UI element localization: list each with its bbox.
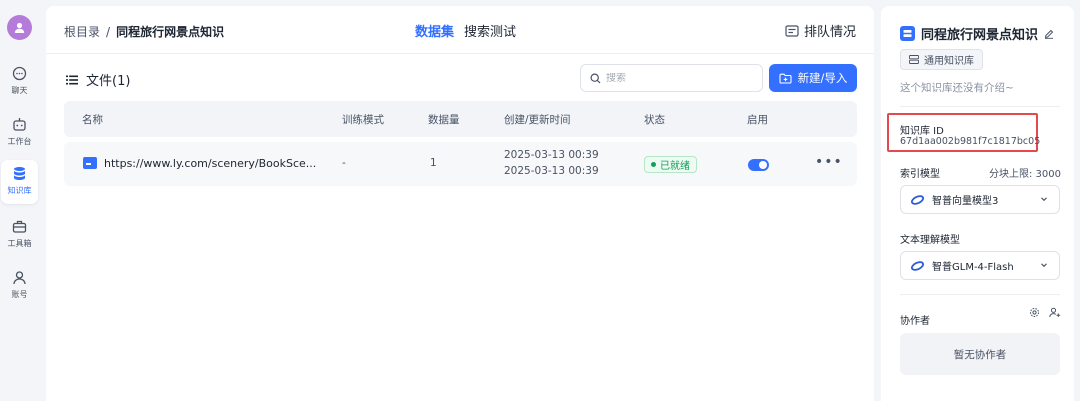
list-icon	[66, 75, 78, 84]
tab-bar: 数据集 搜索测试	[415, 21, 526, 40]
data-count: 1	[430, 157, 437, 169]
nav-label-chat: 聊天	[11, 86, 28, 95]
database-icon	[14, 167, 25, 180]
kb-type-tag: 通用知识库	[900, 49, 983, 70]
updated-time: 2025-03-13 00:39	[504, 165, 599, 177]
kb-detail-panel: 同程旅行网景点知识 通用知识库 这个知识库还没有介绍~ 知识库 ID 67d1a…	[881, 6, 1074, 401]
server-icon	[909, 55, 919, 64]
breadcrumb-root[interactable]: 根目录	[64, 25, 100, 39]
collaborator-actions	[1029, 307, 1061, 318]
user-icon	[13, 271, 26, 285]
kb-name: 同程旅行网景点知识	[921, 28, 1039, 43]
nav-item-chat[interactable]: 聊天	[1, 60, 38, 104]
main-panel: 根目录 / 同程旅行网景点知识 数据集搜索测试 排队情况 文件(1) 新建/导入 名…	[46, 6, 874, 401]
column-header-status: 状态	[644, 114, 665, 126]
search-icon	[590, 72, 601, 83]
enable-toggle[interactable]	[748, 159, 769, 171]
no-collaborators-text: 暂无协作者	[953, 348, 1007, 361]
column-header-time: 创建/更新时间	[504, 114, 571, 126]
queue-icon	[785, 24, 799, 37]
breadcrumb-current: 同程旅行网景点知识	[116, 25, 225, 39]
search-input[interactable]	[606, 72, 756, 84]
settings-icon[interactable]	[1029, 307, 1040, 318]
nav-item-knowledge-base[interactable]: 知识库	[1, 160, 38, 204]
chat-icon	[12, 66, 27, 81]
column-header-mode: 训练模式	[342, 114, 384, 126]
created-time: 2025-03-13 00:39	[504, 149, 599, 161]
files-title: 文件(1)	[86, 74, 131, 89]
top-bar: 根目录 / 同程旅行网景点知识 数据集 搜索测试 排队情况	[46, 6, 874, 54]
index-model-label: 索引模型	[900, 169, 940, 180]
robot-icon	[13, 118, 26, 131]
add-user-icon[interactable]	[1049, 307, 1061, 318]
tab-dataset[interactable]: 数据集	[415, 21, 454, 40]
column-header-count: 数据量	[428, 114, 460, 126]
files-header: 文件(1)	[66, 70, 130, 89]
file-name[interactable]: https://www.ly.com/scenery/BookSce...	[104, 157, 316, 170]
divider	[900, 106, 1060, 107]
index-model-value: 智普向量模型3	[932, 196, 999, 207]
zhipu-logo-icon	[910, 194, 925, 205]
text-model-value: 智普GLM-4-Flash	[932, 262, 1014, 273]
new-import-label: 新建/导入	[797, 71, 848, 85]
text-model-select[interactable]: 智普GLM-4-Flash	[900, 251, 1060, 280]
queue-label: 排队情况	[803, 25, 856, 40]
kb-id-label: 知识库 ID	[900, 126, 944, 137]
kb-type-label: 通用知识库	[924, 56, 974, 67]
nav-item-toolbox[interactable]: 工具箱	[1, 213, 38, 257]
collaborators-label: 协作者	[900, 316, 930, 327]
nav-item-workbench[interactable]: 工作台	[1, 111, 38, 155]
status-dot	[651, 162, 656, 167]
toolbox-icon	[12, 220, 27, 233]
divider	[900, 294, 1060, 295]
kb-intro: 这个知识库还没有介绍~	[900, 82, 1014, 94]
nav-label-toolbox: 工具箱	[7, 239, 32, 248]
chevron-down-icon	[1041, 197, 1047, 202]
edit-icon[interactable]	[1044, 29, 1054, 39]
more-actions-button[interactable]: •••	[815, 154, 843, 170]
table-row[interactable]: https://www.ly.com/scenery/BookSce... - …	[64, 142, 857, 186]
tab-search-test[interactable]: 搜索测试	[464, 21, 516, 40]
folder-plus-icon	[779, 73, 792, 84]
text-model-label: 文本理解模型	[900, 235, 960, 246]
table-header: 名称 训练模式 数据量 创建/更新时间 状态 启用	[64, 101, 857, 137]
kb-title-row: 同程旅行网景点知识	[900, 24, 1054, 43]
no-collaborators-box: 暂无协作者	[900, 333, 1060, 375]
column-header-enabled: 启用	[747, 114, 768, 126]
status-badge: 已就绪	[644, 156, 697, 173]
nav-item-account[interactable]: 账号	[1, 264, 38, 308]
chevron-down-icon	[1041, 263, 1047, 268]
kb-badge-icon	[900, 26, 915, 41]
link-file-icon	[83, 157, 97, 169]
breadcrumb: 根目录 / 同程旅行网景点知识	[64, 23, 224, 40]
zhipu-logo-icon	[910, 260, 925, 271]
training-mode: -	[342, 157, 346, 169]
kb-id-value[interactable]: 67d1aa002b981f7c1817bc05	[900, 136, 1040, 147]
index-model-select[interactable]: 智普向量模型3	[900, 185, 1060, 214]
nav-label-workbench: 工作台	[7, 137, 32, 146]
nav-label-account: 账号	[11, 290, 28, 299]
user-avatar-icon	[14, 22, 25, 33]
queue-status-button[interactable]: 排队情况	[785, 21, 856, 40]
breadcrumb-separator: /	[106, 25, 111, 39]
nav-label-knowledge-base: 知识库	[7, 186, 32, 195]
column-header-name: 名称	[82, 114, 103, 126]
left-nav: 聊天 工作台 知识库 工具箱 账号	[0, 0, 40, 401]
chunk-limit: 分块上限: 3000	[989, 169, 1061, 180]
avatar[interactable]	[7, 15, 32, 40]
status-text: 已就绪	[660, 161, 690, 172]
new-import-button[interactable]: 新建/导入	[769, 64, 857, 92]
search-box[interactable]	[580, 64, 763, 92]
